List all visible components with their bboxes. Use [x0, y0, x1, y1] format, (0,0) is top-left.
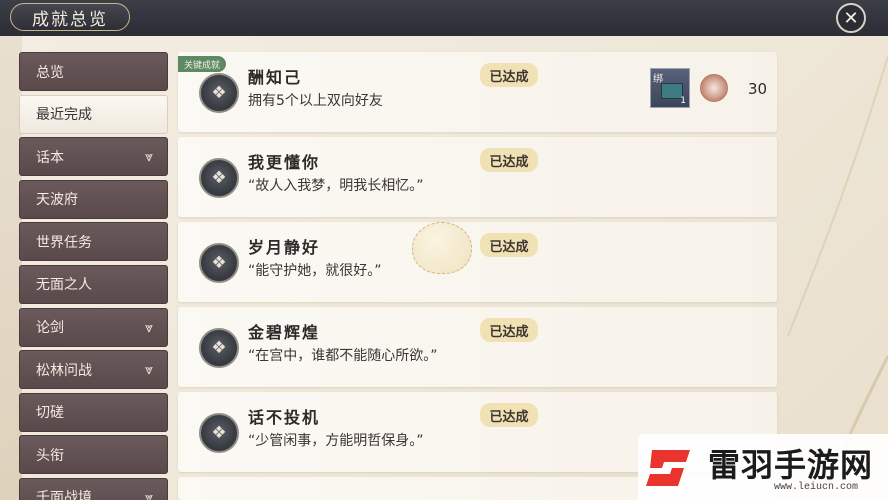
sidebar-item-spar[interactable]: 切磋	[19, 392, 168, 432]
sidebar-item-faceless[interactable]: 无面之人	[19, 264, 168, 304]
watermark-logo-icon	[646, 450, 690, 486]
achievement-emblem-icon: ❖	[199, 413, 239, 453]
chevron-down-icon: ⩔	[145, 149, 153, 166]
achievement-desc: 拥有5个以上双向好友	[248, 93, 383, 109]
sidebar-item-label: 松林问战	[36, 362, 92, 379]
achievement-emblem-icon: ❖	[199, 328, 239, 368]
status-badge: 已达成	[480, 148, 538, 172]
sidebar-item-titles[interactable]: 头衔	[19, 435, 168, 475]
key-achievement-badge: 关键成就	[178, 56, 227, 72]
achievement-card[interactable]: 关键成就 ❖ 酬知己 拥有5个以上双向好友 已达成 绑 1 30	[178, 52, 777, 132]
achievement-emblem-icon: ❖	[199, 73, 239, 113]
sidebar: 总览 最近完成 话本 ⩔ 天波府 世界任务 无面之人 论剑 ⩔ 松林问战 ⩔ 切…	[19, 52, 168, 500]
chevron-down-icon: ⩔	[145, 319, 153, 336]
sidebar-item-label: 千面战境	[36, 490, 92, 500]
sidebar-item-label: 无面之人	[36, 277, 92, 294]
chevron-down-icon: ⩔	[145, 362, 153, 379]
achievement-emblem-icon: ❖	[199, 158, 239, 198]
achievement-card[interactable]: ❖ 岁月静好 “能守护她，就很好。” 已达成	[178, 222, 777, 302]
mascot-ghost-icon	[412, 222, 472, 274]
sidebar-item-label: 总览	[36, 64, 64, 81]
achievement-name: 我更懂你	[248, 153, 321, 172]
achievement-name: 话不投机	[248, 408, 321, 427]
status-badge: 已达成	[480, 318, 538, 342]
watermark: 雷羽手游网 www.leiucn.com	[638, 434, 888, 500]
status-badge: 已达成	[480, 233, 538, 257]
sidebar-item-label: 切磋	[36, 405, 64, 422]
sidebar-item-label: 论剑	[36, 320, 64, 337]
sidebar-item-storybook[interactable]: 话本 ⩔	[19, 137, 168, 177]
chevron-down-icon: ⩔	[145, 489, 153, 500]
page-title: 成就总览	[10, 3, 130, 31]
achievement-desc: “故人入我梦，明我长相忆。”	[248, 178, 424, 194]
sidebar-item-world-quest[interactable]: 世界任务	[19, 222, 168, 262]
close-icon: ✕	[843, 7, 859, 29]
achievement-name: 酬知己	[248, 68, 303, 87]
watermark-url: www.leiucn.com	[774, 482, 859, 493]
coin-icon[interactable]	[700, 74, 728, 102]
sidebar-item-label: 最近完成	[36, 107, 92, 124]
close-button[interactable]: ✕	[836, 3, 866, 33]
item-quantity: 1	[680, 96, 686, 106]
achievement-card[interactable]: ❖ 我更懂你 “故人入我梦，明我长相忆。” 已达成	[178, 137, 777, 217]
coin-count: 30	[748, 80, 768, 98]
sidebar-item-tianbo[interactable]: 天波府	[19, 179, 168, 219]
achievement-desc: “在宫中，谁都不能随心所欲。”	[248, 348, 438, 364]
status-badge: 已达成	[480, 403, 538, 427]
sidebar-item-label: 世界任务	[36, 234, 92, 251]
sidebar-item-overview[interactable]: 总览	[19, 52, 168, 91]
reward-chest-item[interactable]: 绑 1	[650, 68, 690, 108]
background-branch-decoration	[787, 55, 888, 487]
status-badge: 已达成	[480, 63, 538, 87]
sidebar-item-recent[interactable]: 最近完成	[19, 94, 168, 134]
achievement-desc: “少管闲事，方能明哲保身。”	[248, 433, 424, 449]
sidebar-item-thousand-faces[interactable]: 千面战境 ⩔	[19, 477, 168, 500]
sidebar-item-label: 头衔	[36, 447, 64, 464]
watermark-brand: 雷羽手游网	[708, 446, 874, 484]
achievement-name: 岁月静好	[248, 238, 321, 257]
sidebar-item-label: 天波府	[36, 192, 78, 209]
top-bar: 成就总览 ✕	[0, 0, 888, 36]
sidebar-item-pine-battle[interactable]: 松林问战 ⩔	[19, 350, 168, 390]
achievement-desc: “能守护她，就很好。”	[248, 263, 382, 279]
achievement-card[interactable]: ❖ 金碧辉煌 “在宫中，谁都不能随心所欲。” 已达成	[178, 307, 777, 387]
sidebar-item-sword-duel[interactable]: 论剑 ⩔	[19, 307, 168, 347]
achievement-emblem-icon: ❖	[199, 243, 239, 283]
achievement-name: 金碧辉煌	[248, 323, 321, 342]
sidebar-item-label: 话本	[36, 149, 64, 166]
